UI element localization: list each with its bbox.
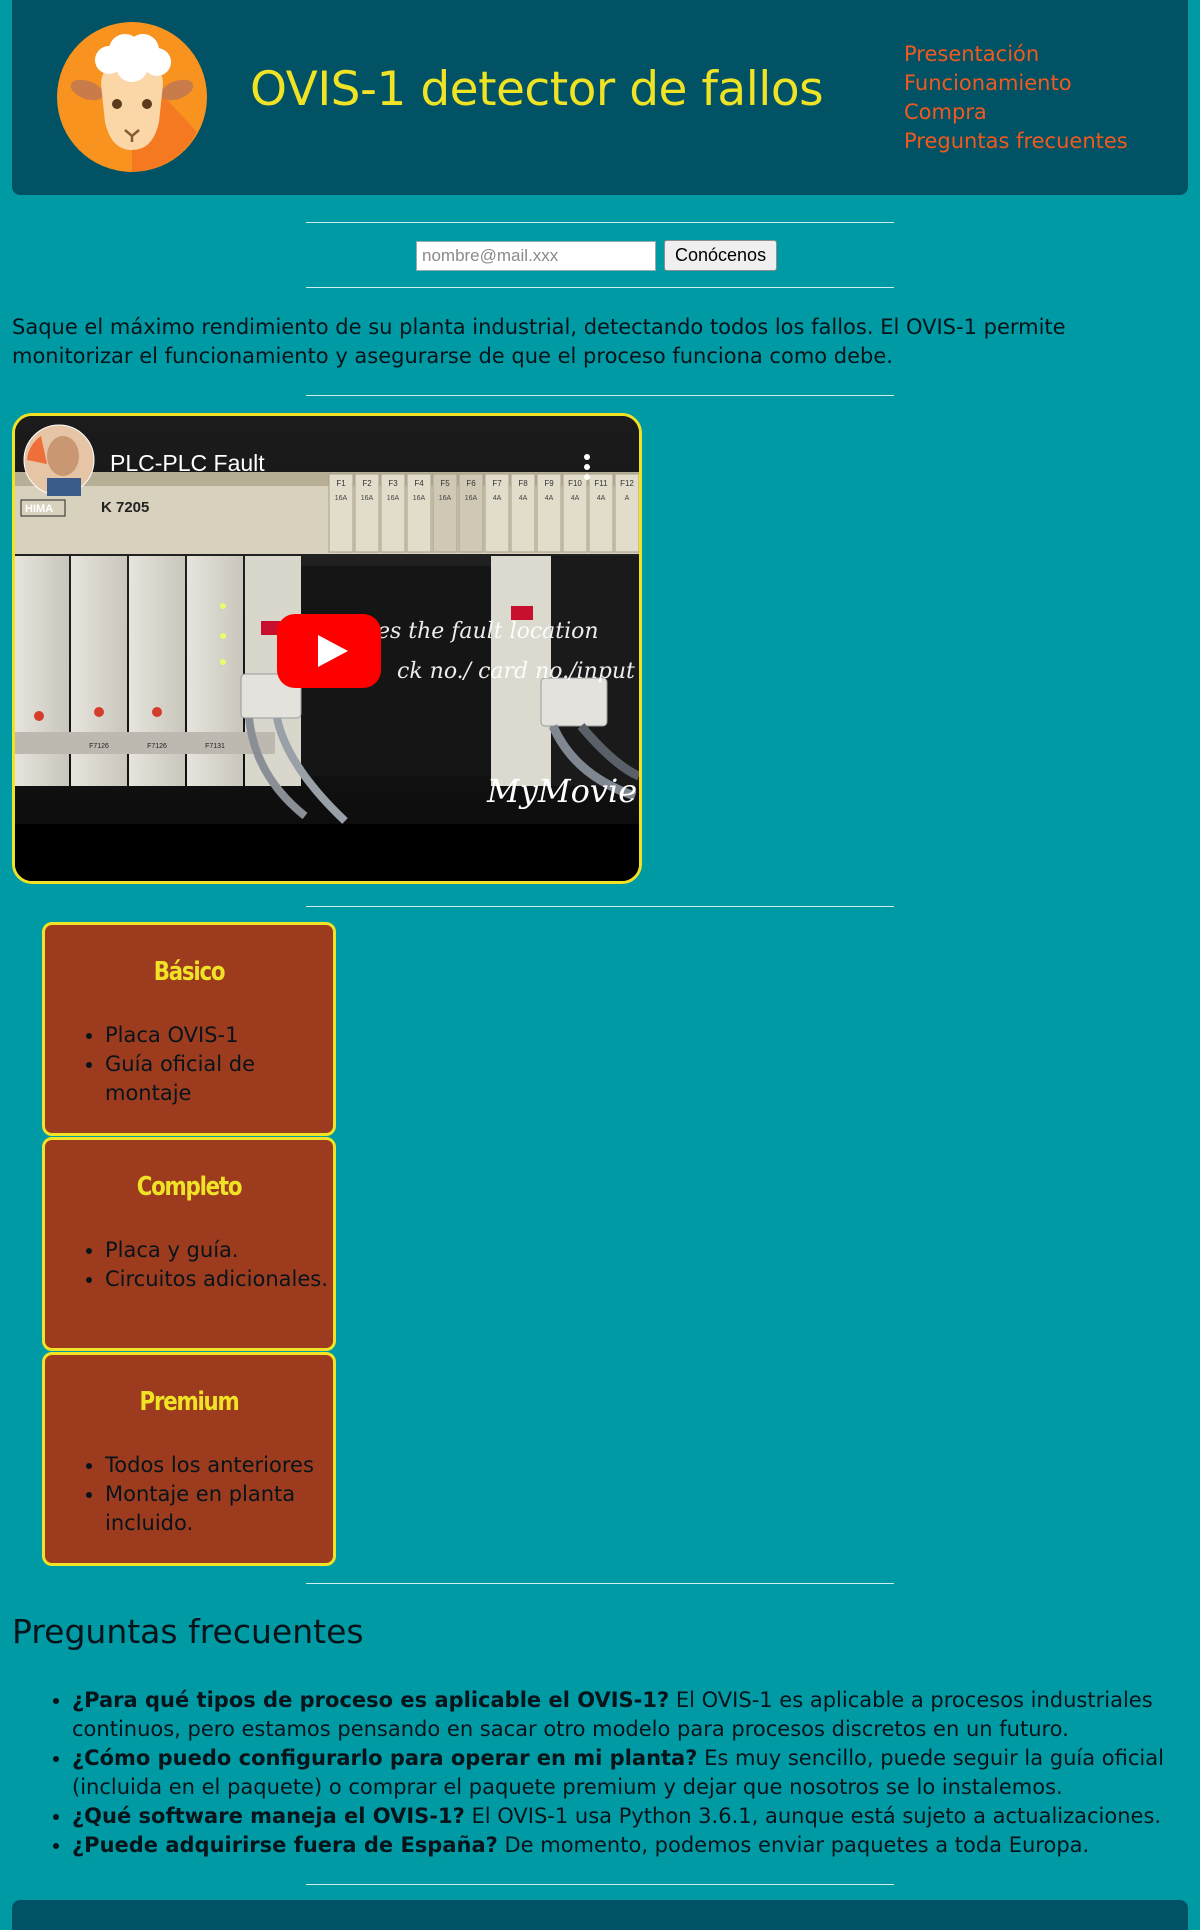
fuse-label: F8 <box>518 479 528 488</box>
fuse-rating: 16A <box>439 495 452 502</box>
site-header: OVIS-1 detector de fallos Presentación F… <box>12 0 1188 195</box>
video-overlay-line1: ates the fault location <box>355 619 599 644</box>
email-field[interactable] <box>416 240 656 271</box>
site-footer <box>12 1900 1188 1930</box>
module-label: K 7205 <box>101 499 149 516</box>
fuse-rating: 16A <box>361 495 374 502</box>
svg-text:K 7205: K 7205 <box>101 499 149 516</box>
site-title: OVIS-1 detector de fallos <box>250 62 824 117</box>
divider <box>306 1884 894 1885</box>
svg-text:MyMovie: MyMovie <box>486 772 637 810</box>
plan-features: Placa y guía. Circuitos adicionales. <box>45 1236 345 1294</box>
plan-features: Todos los anteriores Montaje en planta i… <box>45 1451 345 1538</box>
plan-title: Básico <box>153 957 226 987</box>
more-vertical-icon[interactable] <box>581 452 593 482</box>
fuse-label: F3 <box>388 479 398 488</box>
fuse-label: F4 <box>414 479 424 488</box>
nav-link-funcionamiento[interactable]: Funcionamiento <box>904 71 1072 95</box>
plan-card-completo[interactable]: Completo Placa y guía. Circuitos adicion… <box>42 1137 336 1351</box>
fuse-label: F2 <box>362 479 372 488</box>
svg-text:HIMA: HIMA <box>25 503 53 515</box>
plan-feature: Circuitos adicionales. <box>105 1265 345 1294</box>
svg-text:ck no./ card no./input no.: ck no./ card no./input no. <box>397 659 639 684</box>
fuse-rating: 16A <box>335 495 348 502</box>
fuse-rating: 4A <box>571 495 580 502</box>
sheep-icon <box>57 22 207 172</box>
plan-feature: Montaje en planta incluido. <box>105 1480 345 1538</box>
conocenos-button[interactable]: Conócenos <box>664 240 778 271</box>
fuse-rating: 4A <box>493 495 502 502</box>
video-player[interactable]: F1 16A F2 16A F3 16A F4 16A F5 16A F6 16A F7 4A F8 4A F9… <box>12 413 642 884</box>
fuse-rating: 4A <box>545 495 554 502</box>
faq-item: ¿Para qué tipos de proceso es aplicable … <box>72 1686 1182 1744</box>
faq-item: ¿Puede adquirirse fuera de España? De mo… <box>72 1831 1182 1860</box>
divider <box>306 1583 894 1584</box>
plan-feature: Todos los anteriores <box>105 1451 345 1480</box>
fuse-rating: 4A <box>597 495 606 502</box>
brand-label: HIMA <box>25 503 53 515</box>
signup-form: Conócenos <box>416 240 778 271</box>
plan-title: Completo <box>136 1172 243 1202</box>
fuse-label: F5 <box>440 479 450 488</box>
divider <box>306 222 894 223</box>
card-label: F7131 <box>205 743 225 750</box>
faq-answer: De momento, podemos enviar paquetes a to… <box>497 1833 1090 1857</box>
fuse-label: F6 <box>466 479 476 488</box>
nav-link-preguntas-frecuentes[interactable]: Preguntas frecuentes <box>904 129 1128 153</box>
main-nav: Presentación Funcionamiento Compra Pregu… <box>904 40 1128 156</box>
video-watermark: MyMovie <box>486 772 637 810</box>
fuse-label: F1 <box>336 479 346 488</box>
fuse-label: F9 <box>544 479 554 488</box>
faq-item: ¿Cómo puedo configurarlo para operar en … <box>72 1744 1182 1802</box>
plan-feature: Placa OVIS-1 <box>105 1021 345 1050</box>
faq-answer: El OVIS-1 usa Python 3.6.1, aunque está … <box>464 1804 1162 1828</box>
plan-feature: Guía oficial de montaje <box>105 1050 345 1108</box>
nav-link-compra[interactable]: Compra <box>904 100 987 124</box>
youtube-play-icon[interactable] <box>277 614 381 688</box>
fuse-label: F12 <box>620 479 634 488</box>
card-label: F7126 <box>147 743 167 750</box>
fuse-label: F7 <box>492 479 502 488</box>
fuse-rating: 16A <box>413 495 426 502</box>
fuse-rating: 4A <box>519 495 528 502</box>
divider <box>306 906 894 907</box>
plan-feature: Placa y guía. <box>105 1236 345 1265</box>
nav-link-presentacion[interactable]: Presentación <box>904 42 1039 66</box>
fuse-rating: A <box>625 495 630 502</box>
video-title[interactable]: PLC-PLC Fault <box>110 450 265 477</box>
svg-text:ates the fault location: ates the fault location <box>355 619 599 644</box>
plans-section: Básico Placa OVIS-1 Guía oficial de mont… <box>42 922 336 1567</box>
channel-avatar[interactable] <box>23 424 95 496</box>
faq-question: ¿Para qué tipos de proceso es aplicable … <box>72 1688 670 1712</box>
faq-item: ¿Qué software maneja el OVIS-1? El OVIS-… <box>72 1802 1182 1831</box>
divider <box>306 395 894 396</box>
intro-text: Saque el máximo rendimiento de su planta… <box>12 315 1066 368</box>
plan-features: Placa OVIS-1 Guía oficial de montaje <box>45 1021 345 1108</box>
video-overlay-line2: ck no./ card no./input no. <box>397 659 639 684</box>
faq-list: ¿Para qué tipos de proceso es aplicable … <box>12 1686 1182 1860</box>
faq-question: ¿Qué software maneja el OVIS-1? <box>72 1804 465 1828</box>
fuse-rating: 16A <box>465 495 478 502</box>
card-label: F7126 <box>89 743 109 750</box>
plan-card-basico[interactable]: Básico Placa OVIS-1 Guía oficial de mont… <box>42 922 336 1136</box>
fuse-rating: 16A <box>387 495 400 502</box>
plan-title: Premium <box>139 1387 240 1417</box>
faq-question: ¿Cómo puedo configurarlo para operar en … <box>72 1746 698 1770</box>
divider <box>306 287 894 288</box>
fuse-label: F11 <box>594 479 608 488</box>
faq-title: Preguntas frecuentes <box>12 1612 364 1651</box>
plan-card-premium[interactable]: Premium Todos los anteriores Montaje en … <box>42 1352 336 1566</box>
faq-question: ¿Puede adquirirse fuera de España? <box>72 1833 498 1857</box>
